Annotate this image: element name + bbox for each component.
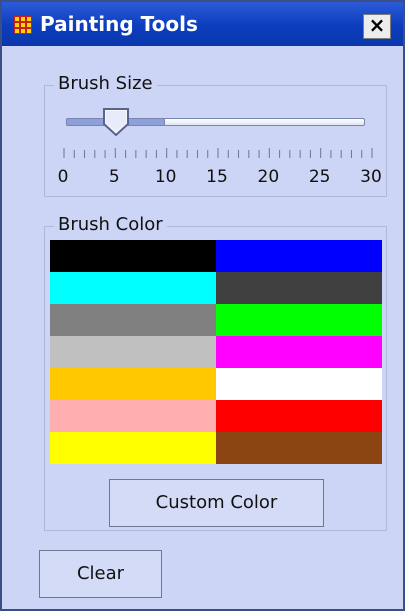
color-swatch-light-gray[interactable] bbox=[50, 336, 216, 368]
brush-color-label: Brush Color bbox=[54, 215, 167, 235]
color-swatch-grid bbox=[50, 240, 382, 464]
color-swatch-dark-gray[interactable] bbox=[216, 272, 382, 304]
tick-label: 25 bbox=[308, 167, 331, 187]
color-swatch-gray[interactable] bbox=[50, 304, 216, 336]
painting-tools-window: Painting Tools × Brush Size 0 5 10 15 20 25 30… bbox=[0, 0, 405, 611]
color-swatch-cyan[interactable] bbox=[50, 272, 216, 304]
color-swatch-red[interactable] bbox=[216, 400, 382, 432]
tick-label: 15 bbox=[206, 167, 228, 187]
color-swatch-pink[interactable] bbox=[50, 400, 216, 432]
color-swatch-white[interactable] bbox=[216, 368, 382, 400]
window-title: Painting Tools bbox=[40, 12, 198, 36]
clear-button[interactable]: Clear bbox=[39, 550, 162, 598]
color-swatch-magenta[interactable] bbox=[216, 336, 382, 368]
custom-color-button[interactable]: Custom Color bbox=[109, 479, 324, 527]
tick-label: 5 bbox=[108, 167, 120, 187]
grid-icon bbox=[14, 16, 32, 34]
tick-label: 10 bbox=[154, 167, 177, 187]
brush-size-ticks bbox=[63, 148, 373, 158]
close-icon[interactable]: × bbox=[363, 14, 391, 39]
color-swatch-green[interactable] bbox=[216, 304, 382, 336]
color-swatch-black[interactable] bbox=[50, 240, 216, 272]
slider-thumb-icon[interactable] bbox=[103, 108, 129, 136]
color-swatch-yellow[interactable] bbox=[50, 432, 216, 464]
tick-label: 20 bbox=[257, 167, 280, 187]
tick-label: 0 bbox=[57, 167, 69, 187]
title-bar[interactable]: Painting Tools × bbox=[2, 2, 403, 46]
color-swatch-brown[interactable] bbox=[216, 432, 382, 464]
color-swatch-blue[interactable] bbox=[216, 240, 382, 272]
color-swatch-orange[interactable] bbox=[50, 368, 216, 400]
brush-size-label: Brush Size bbox=[54, 74, 157, 94]
tick-label: 30 bbox=[360, 167, 382, 187]
